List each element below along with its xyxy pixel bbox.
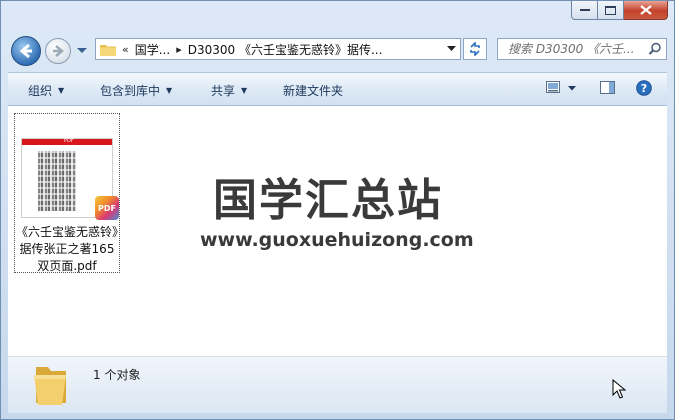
details-pane: 1 个对象 — [8, 357, 667, 413]
share-label: 共享 — [211, 84, 236, 98]
pdf-icon: PDF — [95, 196, 119, 220]
file-name[interactable]: 《六壬宝鉴无惑铃》据传张正之著165双页面.pdf — [15, 224, 119, 275]
watermark-url: www.guoxuehuizong.com — [200, 229, 474, 251]
search-input[interactable] — [506, 41, 650, 57]
preview-pane-icon[interactable] — [600, 81, 615, 94]
address-bar[interactable]: « 国学... ▸ D30300 《六壬宝鉴无惑铃》据传... — [95, 38, 461, 60]
file-list-view[interactable]: PDF PDF 《六壬宝鉴无惑铃》据传张正之著165双页面.pdf 国学汇总站 … — [8, 106, 667, 357]
mouse-pointer-icon — [612, 379, 626, 399]
help-icon[interactable]: ? — [636, 80, 652, 96]
address-dropdown-button[interactable] — [443, 39, 460, 59]
close-icon — [639, 5, 652, 15]
folder-icon — [100, 44, 116, 56]
organize-menu[interactable]: 组织 ▼ — [28, 82, 64, 99]
pdf-thumbnail-header-label: PDF — [64, 138, 74, 144]
view-options-chevron-icon[interactable] — [568, 86, 576, 91]
svg-text:?: ? — [641, 82, 647, 95]
breadcrumb-item-guoxue[interactable]: 国学... — [135, 41, 170, 58]
search-box[interactable] — [497, 38, 667, 60]
close-button[interactable] — [624, 1, 668, 20]
new-folder-label: 新建文件夹 — [283, 84, 344, 98]
refresh-button[interactable] — [463, 38, 487, 60]
breadcrumb-overflow[interactable]: « — [122, 43, 129, 56]
back-button[interactable] — [11, 36, 41, 66]
minimize-icon — [579, 9, 590, 11]
arrow-right-icon — [53, 45, 64, 57]
chevron-down-icon: ▼ — [166, 86, 173, 95]
navigation-bar: « 国学... ▸ D30300 《六壬宝鉴无惑铃》据传... — [9, 34, 667, 66]
breadcrumb-separator[interactable]: ▸ — [176, 43, 182, 56]
scan-overlay — [38, 151, 76, 211]
share-menu[interactable]: 共享 ▼ — [211, 82, 247, 99]
breadcrumb-item-current[interactable]: D30300 《六壬宝鉴无惑铃》据传... — [188, 41, 383, 58]
caption-buttons — [571, 1, 668, 20]
minimize-button[interactable] — [571, 1, 598, 20]
command-toolbar: 组织 ▼ 包含到库中 ▼ 共享 ▼ 新建文件夹 ? — [8, 72, 667, 106]
include-in-library-label: 包含到库中 — [100, 84, 161, 98]
include-in-library-menu[interactable]: 包含到库中 ▼ — [100, 82, 172, 99]
new-folder-button[interactable]: 新建文件夹 — [283, 82, 343, 99]
item-count: 1 个对象 — [93, 368, 141, 382]
pdf-thumbnail-header: PDF — [22, 138, 112, 145]
watermark-title: 国学汇总站 — [213, 175, 443, 226]
pdf-badge-label: PDF — [98, 203, 116, 213]
recent-pages-dropdown-icon[interactable] — [75, 43, 89, 57]
arrow-left-icon — [19, 43, 32, 59]
refresh-icon — [470, 42, 480, 56]
file-item[interactable]: PDF PDF 《六壬宝鉴无惑铃》据传张正之著165双页面.pdf — [14, 113, 120, 273]
chevron-down-icon: ▼ — [58, 86, 65, 95]
chevron-down-icon — [447, 46, 456, 51]
change-view-icon[interactable] — [546, 81, 560, 93]
organize-label: 组织 — [28, 84, 53, 98]
chevron-down-icon: ▼ — [241, 86, 248, 95]
forward-button[interactable] — [45, 38, 71, 64]
maximize-icon — [605, 5, 616, 15]
maximize-button[interactable] — [598, 1, 624, 20]
folder-icon — [34, 367, 66, 405]
explorer-window: « 国学... ▸ D30300 《六壬宝鉴无惑铃》据传... 组织 — [0, 0, 675, 420]
search-icon[interactable] — [648, 42, 662, 56]
